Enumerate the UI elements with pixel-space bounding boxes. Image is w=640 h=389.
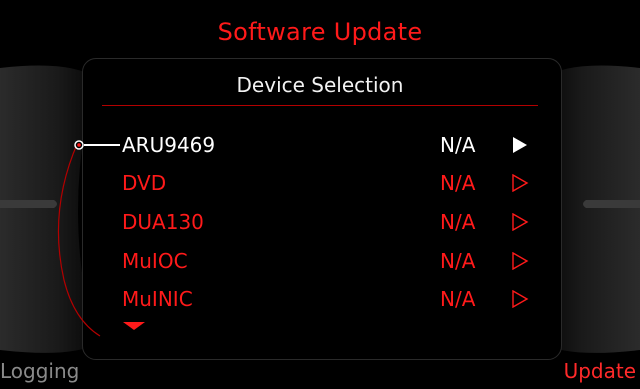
play-arrow-icon [512, 252, 529, 270]
play-arrow-icon [512, 213, 529, 231]
logging-softkey[interactable]: Logging [0, 359, 79, 383]
device-row-muioc[interactable]: MuIOC N/A [122, 246, 532, 276]
play-arrow-icon [513, 137, 527, 153]
update-softkey[interactable]: Update [564, 359, 636, 383]
device-name: DVD [122, 171, 167, 195]
device-row-dvd[interactable]: DVD N/A [122, 168, 532, 198]
device-name: MuINIC [122, 287, 193, 311]
device-name: ARU9469 [122, 133, 216, 157]
device-name: MuIOC [122, 249, 188, 273]
play-arrow-icon [512, 290, 529, 308]
device-status: N/A [440, 287, 476, 311]
device-row-dua130[interactable]: DUA130 N/A [122, 207, 532, 237]
device-status: N/A [440, 171, 476, 195]
device-status: N/A [440, 133, 476, 157]
device-status: N/A [440, 210, 476, 234]
device-name: DUA130 [122, 210, 204, 234]
device-list: ARU9469 N/A DVD N/A DUA130 N/A MuIOC N/A [0, 0, 640, 389]
device-status: N/A [440, 249, 476, 273]
device-row-muinic[interactable]: MuINIC N/A [122, 284, 532, 314]
triangle-down-icon[interactable] [122, 321, 146, 331]
screen: Software Update Device Selection ARU9469… [0, 0, 640, 389]
device-row-aru9469[interactable]: ARU9469 N/A [122, 130, 532, 160]
play-arrow-icon [512, 174, 529, 192]
